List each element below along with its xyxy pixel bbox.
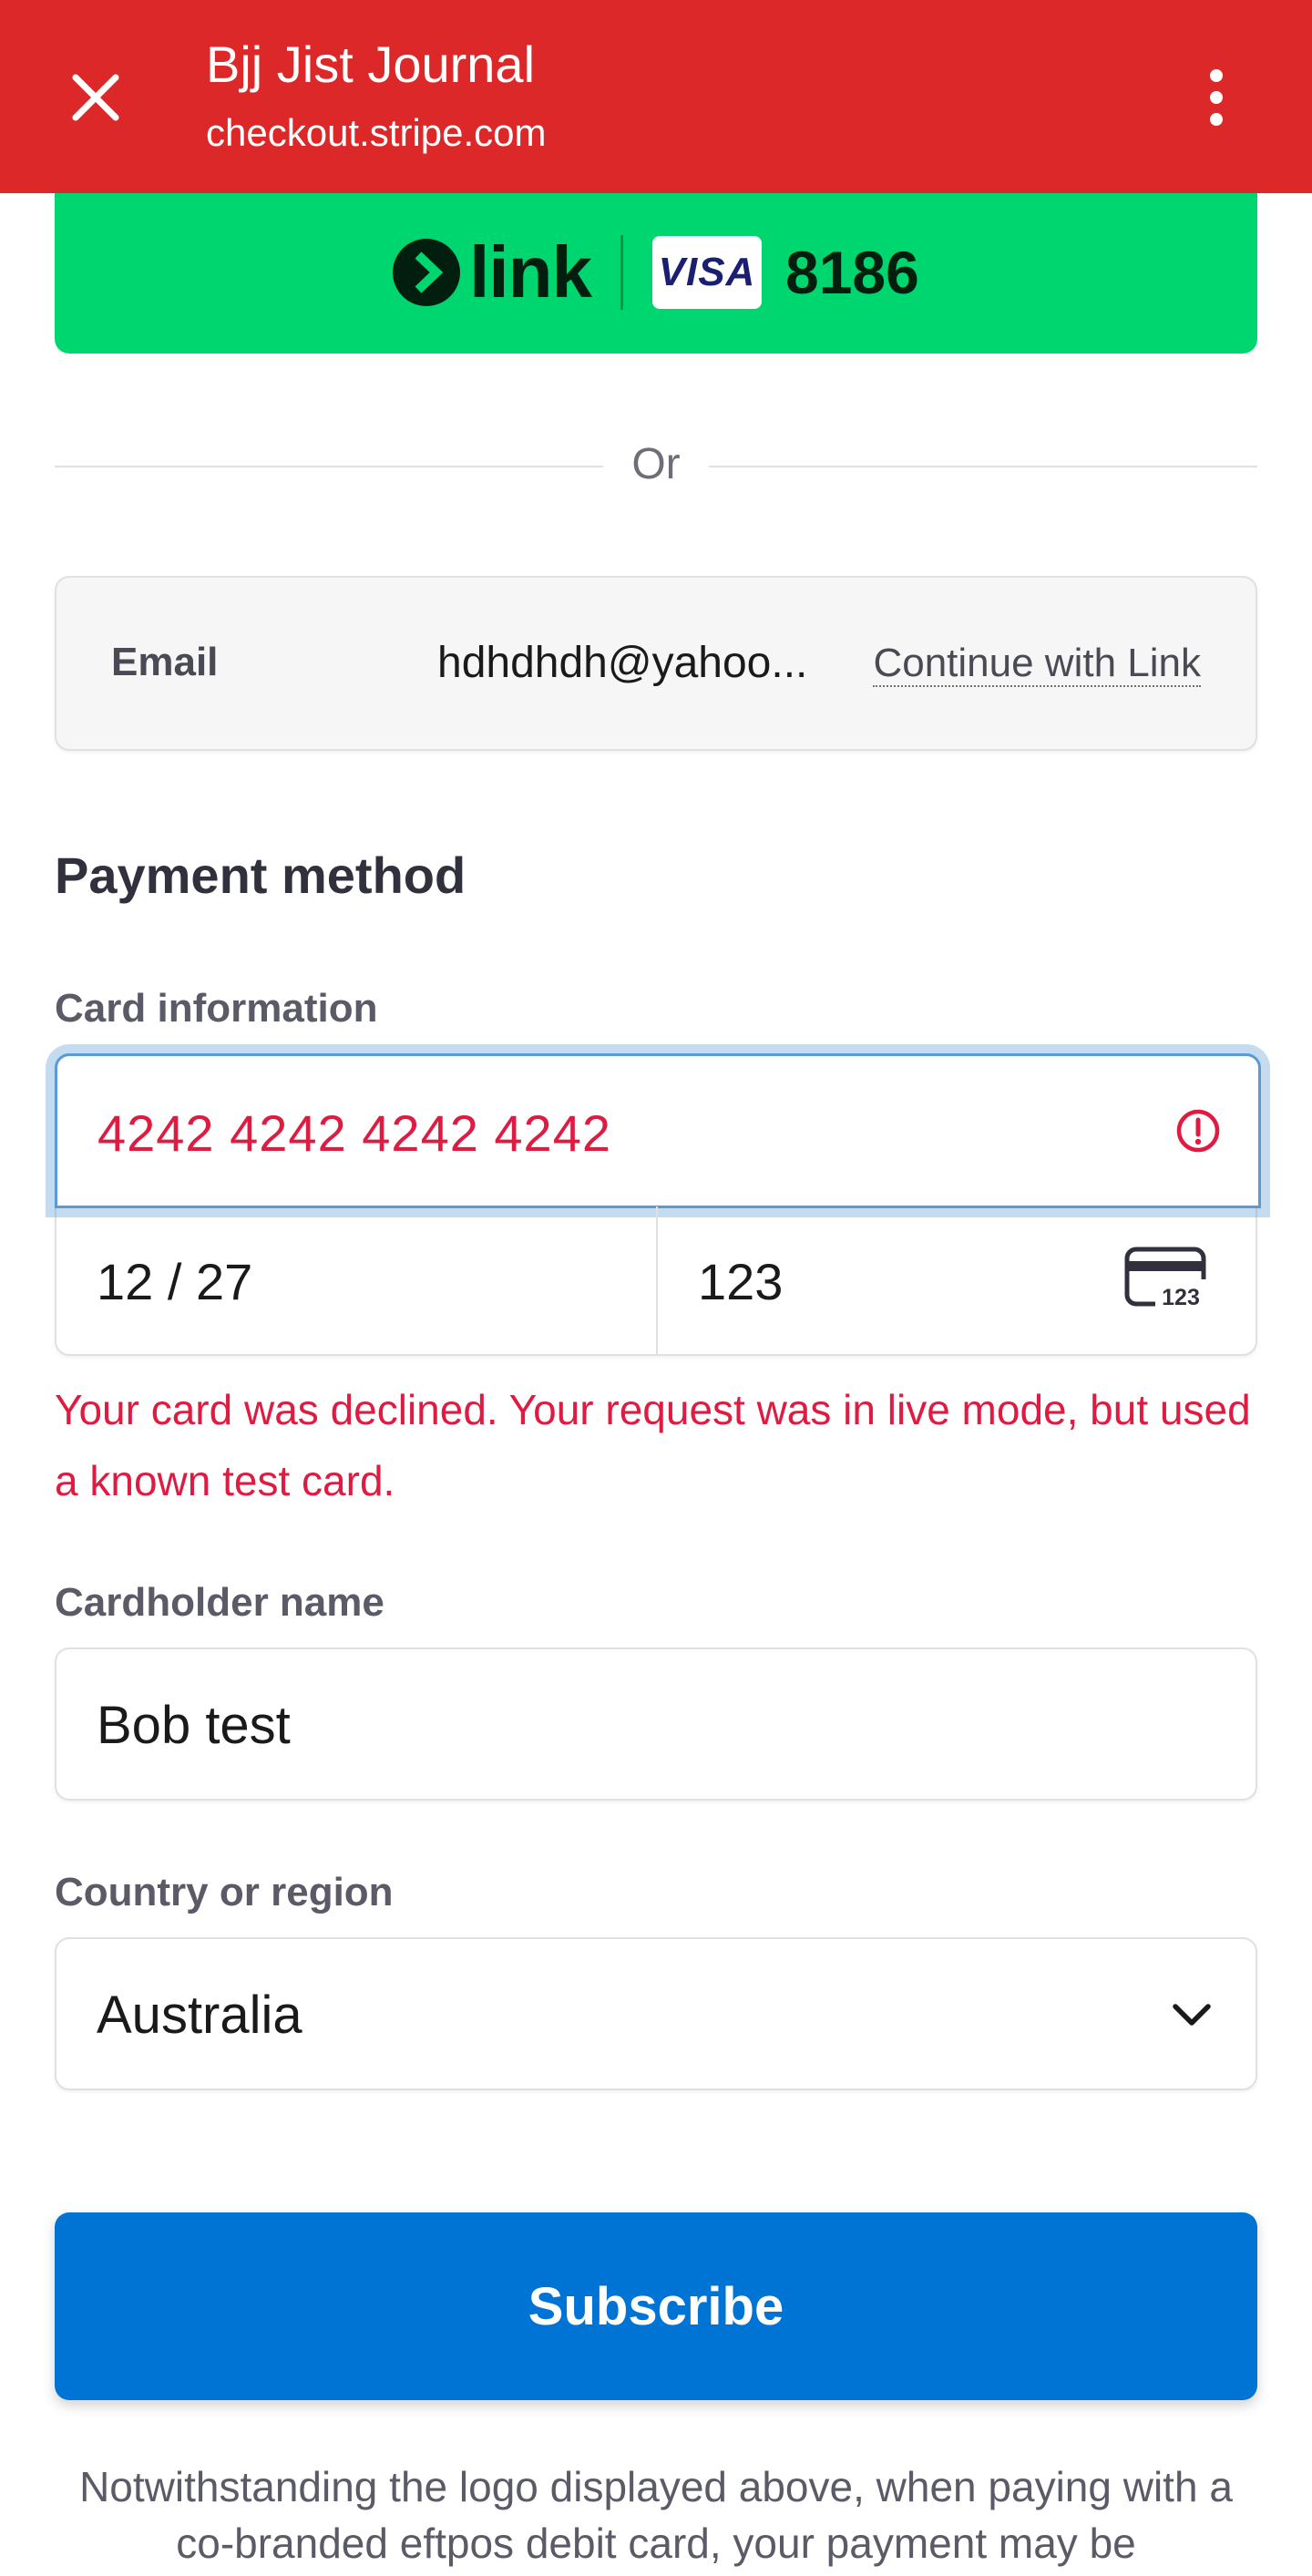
payment-method-heading: Payment method [55, 847, 466, 904]
cvc-value: 123 [698, 1253, 784, 1310]
link-separator [620, 235, 623, 310]
browser-header: Bjj Jist Journal checkout.stripe.com [0, 0, 1312, 193]
link-logo-text: link [469, 231, 592, 313]
divider-line [709, 466, 1257, 467]
link-logo-icon [393, 239, 461, 306]
card-information-group: 4242 4242 4242 4242 12 / 27 123 123 [55, 1053, 1261, 1356]
email-value: hdhdhdh@yahoo... [437, 639, 808, 687]
email-label: Email [111, 640, 219, 684]
card-brand: VISA [658, 250, 756, 294]
email-field[interactable]: Email hdhdhdh@yahoo... Continue with Lin… [55, 576, 1257, 751]
divider-line [55, 466, 603, 467]
more-vertical-icon [1210, 69, 1223, 126]
card-information-label: Card information [55, 986, 378, 1031]
or-text: Or [631, 440, 681, 488]
chevron-down-icon [1173, 2004, 1211, 2026]
subscribe-label: Subscribe [528, 2276, 784, 2336]
eftpos-disclaimer: Notwithstanding the logo displayed above… [79, 2463, 1233, 2567]
cardholder-name-value: Bob test [97, 1696, 291, 1755]
close-button[interactable] [55, 56, 137, 139]
card-last4: 8186 [784, 239, 919, 306]
card-error-message: Your card was declined. Your request was… [55, 1386, 1251, 1504]
cardholder-name-input[interactable]: Bob test [55, 1647, 1257, 1801]
visa-card-badge: VISA [651, 236, 762, 309]
country-label: Country or region [55, 1870, 394, 1914]
card-number-value: 4242 4242 4242 4242 [97, 1104, 611, 1162]
overflow-menu-button[interactable] [1184, 56, 1248, 139]
cvc-input[interactable]: 123 123 [658, 1206, 1259, 1356]
card-number-input[interactable]: 4242 4242 4242 4242 [55, 1053, 1261, 1208]
country-select[interactable]: Australia [55, 1937, 1257, 2090]
continue-with-link-button[interactable]: Continue with Link [873, 641, 1201, 688]
page-title: Bjj Jist Journal [206, 36, 536, 93]
subscribe-button[interactable]: Subscribe [55, 2212, 1257, 2400]
expiry-input[interactable]: 12 / 27 [56, 1206, 658, 1356]
cvc-icon-text: 123 [1162, 1285, 1200, 1310]
or-divider: Or [55, 439, 1257, 494]
close-icon [72, 74, 119, 121]
expiry-value: 12 / 27 [97, 1253, 253, 1310]
cardholder-name-label: Cardholder name [55, 1580, 384, 1625]
card-expiry-cvc-row: 12 / 27 123 123 [56, 1206, 1259, 1356]
page-url: checkout.stripe.com [206, 111, 547, 154]
country-value: Australia [97, 1986, 302, 2045]
cvc-card-icon: 123 [1124, 1247, 1208, 1310]
alert-circle-icon [1176, 1109, 1220, 1153]
